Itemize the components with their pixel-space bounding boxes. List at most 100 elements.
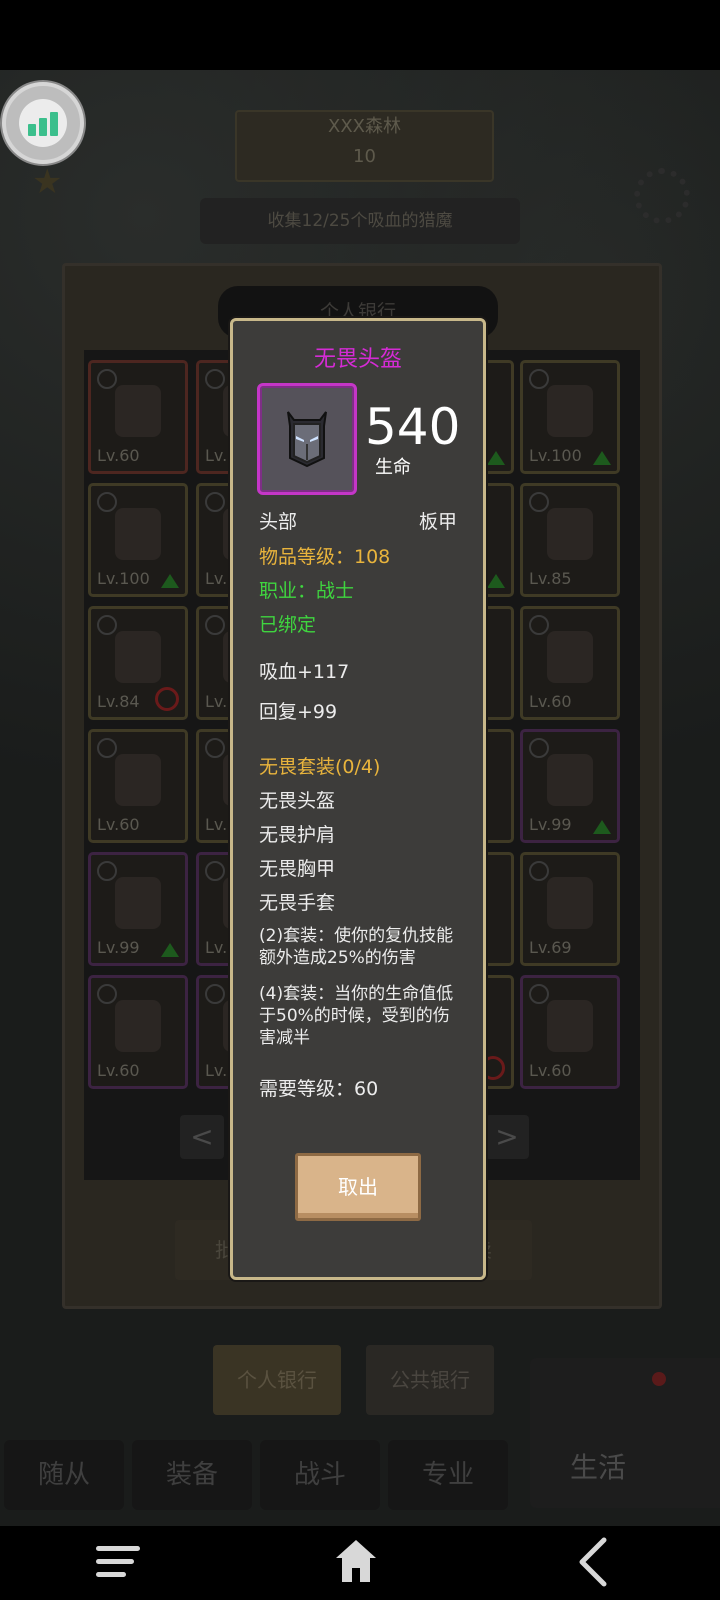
item-level: 物品等级：108 [259,546,391,568]
slot-level: Lv. [205,938,228,957]
slot-level: Lv. [205,815,228,834]
lock-icon [205,861,225,881]
inventory-slot[interactable]: Lv.84 [88,606,188,720]
home-button[interactable]: 生活 [530,1358,720,1508]
item-art [547,385,593,437]
nav-equipment[interactable]: 装备 [132,1440,252,1510]
home-icon[interactable] [334,1538,378,1584]
quest-bar[interactable]: 收集12/25个吸血的猎魔 [200,198,520,244]
helmet-icon [287,411,327,468]
upgrade-arrow-icon [487,451,505,465]
slot-level: Lv.99 [529,815,572,834]
gear-icon[interactable] [634,168,690,224]
floating-stats-button[interactable] [2,82,84,164]
lock-icon [529,861,549,881]
lock-icon [529,369,549,389]
slot-level: Lv.69 [529,938,572,957]
location-level: 10 [353,146,376,167]
inventory-slot[interactable]: Lv.60 [520,606,620,720]
slot-level: Lv.60 [97,1061,140,1080]
set-item: 无畏胸甲 [259,858,336,880]
lock-icon [529,615,549,635]
lock-icon [97,615,117,635]
nav-battle[interactable]: 战斗 [260,1440,380,1510]
status-bar-area [0,0,720,70]
slot-level: Lv. [205,1061,228,1080]
unusable-icon [155,687,179,711]
lock-icon [529,492,549,512]
upgrade-arrow-icon [161,574,179,588]
inventory-slot[interactable]: Lv.60 [520,975,620,1089]
stat-name: 生命 [375,457,411,478]
slot-level: Lv.99 [97,938,140,957]
set-bonus-2: (2)套装：使你的复仇技能额外造成25%的伤害 [259,926,454,968]
item-art [547,1000,593,1052]
upgrade-arrow-icon [593,820,611,834]
inventory-slot[interactable]: Lv.99 [520,729,620,843]
class-requirement: 职业：战士 [259,580,355,602]
bonus-lifesteal: 吸血+117 [259,661,350,683]
slot-level: Lv.100 [97,569,150,588]
upgrade-arrow-icon [161,943,179,957]
inventory-slot[interactable]: Lv.69 [520,852,620,966]
inventory-slot[interactable]: Lv.60 [88,729,188,843]
lock-icon [97,369,117,389]
slot-level: Lv.60 [529,1061,572,1080]
item-art [547,754,593,806]
slot-level: Lv.60 [97,815,140,834]
required-level: 需要等级：60 [259,1078,379,1100]
notification-badge [652,1372,666,1386]
item-art [115,1000,161,1052]
nav-profession[interactable]: 专业 [388,1440,508,1510]
inventory-slot[interactable]: Lv.99 [88,852,188,966]
item-name: 无畏头盔 [313,347,402,372]
set-item: 无畏护肩 [259,824,336,846]
slot-level: Lv.60 [529,692,572,711]
inventory-slot[interactable]: Lv.60 [88,360,188,474]
slot-level: Lv. [205,569,228,588]
lock-icon [205,738,225,758]
lock-icon [97,738,117,758]
location-box: XXX森林 10 [235,110,494,182]
item-art [547,508,593,560]
item-art [115,877,161,929]
slot-level: Lv.100 [529,446,582,465]
withdraw-button[interactable]: 取出 [295,1153,421,1221]
item-art [115,631,161,683]
set-item: 无畏手套 [259,892,336,914]
armor-type: 板甲 [418,511,457,533]
star-icon[interactable]: ★ [32,162,76,206]
bar-chart-icon [28,112,60,136]
slot-level: Lv.84 [97,692,140,711]
prev-page-button[interactable]: < [180,1115,224,1159]
set-name: 无畏套装(0/4) [259,756,381,778]
lock-icon [529,984,549,1004]
slot-level: Lv. [205,692,228,711]
nav-followers[interactable]: 随从 [4,1440,124,1510]
lock-icon [97,861,117,881]
location-name: XXX森林 [328,116,401,137]
stat-value: 540 [365,398,461,456]
next-page-button[interactable]: > [485,1115,529,1159]
lock-icon [205,369,225,389]
inventory-slot[interactable]: Lv.85 [520,483,620,597]
bound-status: 已绑定 [259,614,317,636]
upgrade-arrow-icon [593,451,611,465]
upgrade-arrow-icon [487,574,505,588]
back-icon[interactable] [574,1536,614,1588]
lock-icon [97,492,117,512]
item-tooltip: 无畏头盔 540 生命 头部 板甲 物品等级：108 职业：战士 已绑定 吸血+… [230,318,486,1280]
lock-icon [205,492,225,512]
bonus-regen: 回复+99 [259,701,338,723]
lock-icon [205,984,225,1004]
set-bonus-4: (4)套装：当你的生命值低于50%的时候，受到的伤害减半 [259,984,454,1048]
item-art [547,631,593,683]
inventory-slot[interactable]: Lv.100 [520,360,620,474]
inventory-slot[interactable]: Lv.100 [88,483,188,597]
home-label: 生活 [570,1451,627,1484]
item-art [115,754,161,806]
slot-level: Lv.85 [529,569,572,588]
inventory-slot[interactable]: Lv.60 [88,975,188,1089]
lock-icon [97,984,117,1004]
menu-icon[interactable] [96,1546,140,1580]
